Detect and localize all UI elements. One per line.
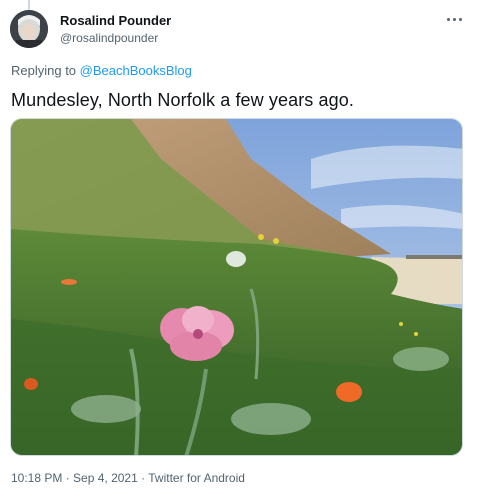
tweet-date[interactable]: Sep 4, 2021 — [73, 471, 138, 485]
author-display-name[interactable]: Rosalind Pounder — [60, 13, 171, 28]
avatar-image — [10, 10, 48, 48]
replying-to: Replying to @BeachBooksBlog — [11, 63, 192, 78]
meta-separator: · — [137, 471, 149, 485]
replying-to-link[interactable]: @BeachBooksBlog — [80, 63, 192, 78]
tweet-text: Mundesley, North Norfolk a few years ago… — [11, 90, 354, 110]
avatar[interactable] — [10, 10, 48, 48]
author-handle[interactable]: @rosalindpounder — [60, 31, 158, 45]
replying-to-label: Replying to — [11, 63, 80, 78]
tweet-time[interactable]: 10:18 PM — [11, 471, 62, 485]
tweet-meta: 10:18 PM · Sep 4, 2021 · Twitter for And… — [11, 471, 245, 485]
tweet-source[interactable]: Twitter for Android — [148, 471, 245, 485]
thread-connector-line — [28, 0, 30, 10]
meta-separator: · — [62, 471, 74, 485]
more-icon[interactable] — [446, 12, 464, 26]
tweet-photo[interactable] — [10, 118, 463, 456]
coastal-poppy-photo — [11, 119, 462, 455]
